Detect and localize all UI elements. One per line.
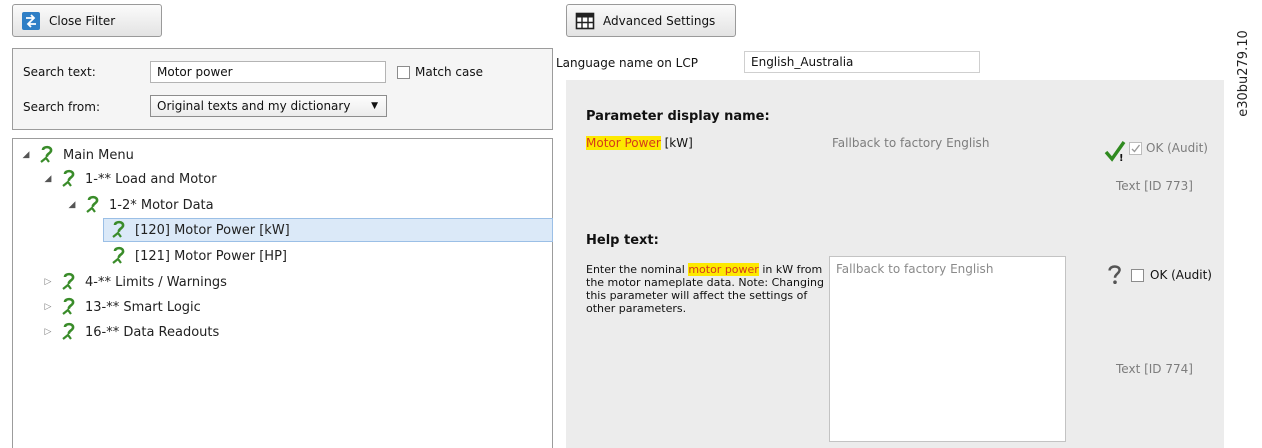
search-match-highlight: Motor Power	[586, 136, 661, 150]
search-from-select[interactable]: Original texts and my dictionary ▼	[150, 95, 387, 117]
parameter-icon	[62, 169, 75, 187]
close-filter-icon	[21, 11, 41, 31]
parameter-icon	[62, 322, 75, 340]
tree-item-motor-power-hp[interactable]: [121] Motor Power [HP]	[109, 244, 287, 268]
tree-item-label: Main Menu	[63, 147, 134, 163]
tree-item-label: 16-** Data Readouts	[85, 324, 220, 340]
parameter-icon	[40, 145, 53, 163]
help-ok-checkbox[interactable]	[1131, 269, 1144, 282]
tree-item-label: 4-** Limits / Warnings	[85, 274, 227, 290]
param-display-name: Motor Power [kW]	[586, 136, 693, 150]
collapsed-arrow-icon[interactable]: ▷	[43, 302, 53, 312]
tree-item-label: [121] Motor Power [HP]	[135, 248, 287, 264]
parameter-icon	[62, 297, 75, 315]
parameter-detail-panel: Parameter display name: Motor Power [kW]…	[566, 80, 1224, 448]
audit-checkmark-icon: !	[1104, 141, 1126, 162]
advanced-settings-button[interactable]: Advanced Settings	[566, 4, 736, 37]
help-question-icon	[1108, 265, 1121, 284]
tree-item-main-menu[interactable]: ◢ Main Menu	[21, 143, 134, 167]
help-fallback-text: Fallback to factory English	[836, 262, 994, 276]
tree-item-motor-power-kw[interactable]: [120] Motor Power [kW]	[109, 218, 290, 242]
language-input[interactable]: English_Australia	[744, 51, 980, 73]
tree-item-label: [120] Motor Power [kW]	[135, 222, 290, 238]
dropdown-arrow-icon: ▼	[371, 101, 378, 111]
close-filter-label: Close Filter	[49, 13, 116, 28]
search-match-highlight: motor power	[688, 263, 759, 276]
param-display-ok-checkbox[interactable]	[1129, 142, 1142, 155]
svg-text:!: !	[1119, 153, 1124, 162]
expanded-arrow-icon[interactable]: ◢	[43, 174, 53, 184]
language-label: Language name on LCP	[556, 56, 698, 70]
help-text-id: Text [ID 774]	[1116, 362, 1193, 376]
tree-item-label: 1-2* Motor Data	[109, 197, 214, 213]
expanded-arrow-icon[interactable]: ◢	[21, 150, 31, 160]
tree-item-data-readouts[interactable]: ▷ 16-** Data Readouts	[43, 320, 219, 344]
tree-item-motor-data[interactable]: ◢ 1-2* Motor Data	[67, 193, 214, 217]
match-case-label: Match case	[415, 65, 484, 79]
collapsed-arrow-icon[interactable]: ▷	[43, 277, 53, 287]
match-case-checkbox[interactable]	[397, 66, 410, 79]
param-display-ok-label: OK (Audit)	[1146, 141, 1208, 155]
tree-item-limits-warnings[interactable]: ▷ 4-** Limits / Warnings	[43, 270, 227, 294]
tree-item-smart-logic[interactable]: ▷ 13-** Smart Logic	[43, 295, 201, 319]
help-text-body: Enter the nominal motor power in kW from…	[586, 263, 824, 315]
checkmark-icon	[1131, 144, 1141, 153]
help-text-heading: Help text:	[586, 233, 659, 248]
help-ok-label: OK (Audit)	[1150, 268, 1212, 282]
advanced-settings-label: Advanced Settings	[603, 13, 716, 28]
search-input[interactable]: Motor power	[150, 61, 386, 83]
figure-code: e30bu279.10	[1235, 29, 1251, 117]
tree-item-load-and-motor[interactable]: ◢ 1-** Load and Motor	[43, 167, 217, 191]
search-from-label: Search from:	[23, 100, 101, 114]
tree-item-label: 13-** Smart Logic	[85, 299, 201, 315]
parameter-icon	[86, 195, 99, 213]
tree-panel: ◢ Main Menu ◢ 1-** Load and Motor ◢ 1-2*…	[12, 138, 553, 448]
search-text-label: Search text:	[23, 65, 96, 79]
parameter-icon	[112, 220, 125, 238]
help-translation-textarea[interactable]: Fallback to factory English	[829, 256, 1066, 442]
param-display-fallback: Fallback to factory English	[832, 136, 990, 150]
parameter-icon	[112, 246, 125, 264]
param-display-heading: Parameter display name:	[586, 109, 770, 124]
close-filter-button[interactable]: Close Filter	[12, 4, 162, 37]
parameter-icon	[62, 272, 75, 290]
settings-grid-icon	[575, 11, 595, 31]
search-panel: Search text: Motor power Match case Sear…	[12, 48, 553, 130]
search-from-value: Original texts and my dictionary	[157, 99, 351, 113]
collapsed-arrow-icon[interactable]: ▷	[43, 327, 53, 337]
tree-item-label: 1-** Load and Motor	[85, 171, 217, 187]
expanded-arrow-icon[interactable]: ◢	[67, 200, 77, 210]
param-display-text-id: Text [ID 773]	[1116, 179, 1193, 193]
